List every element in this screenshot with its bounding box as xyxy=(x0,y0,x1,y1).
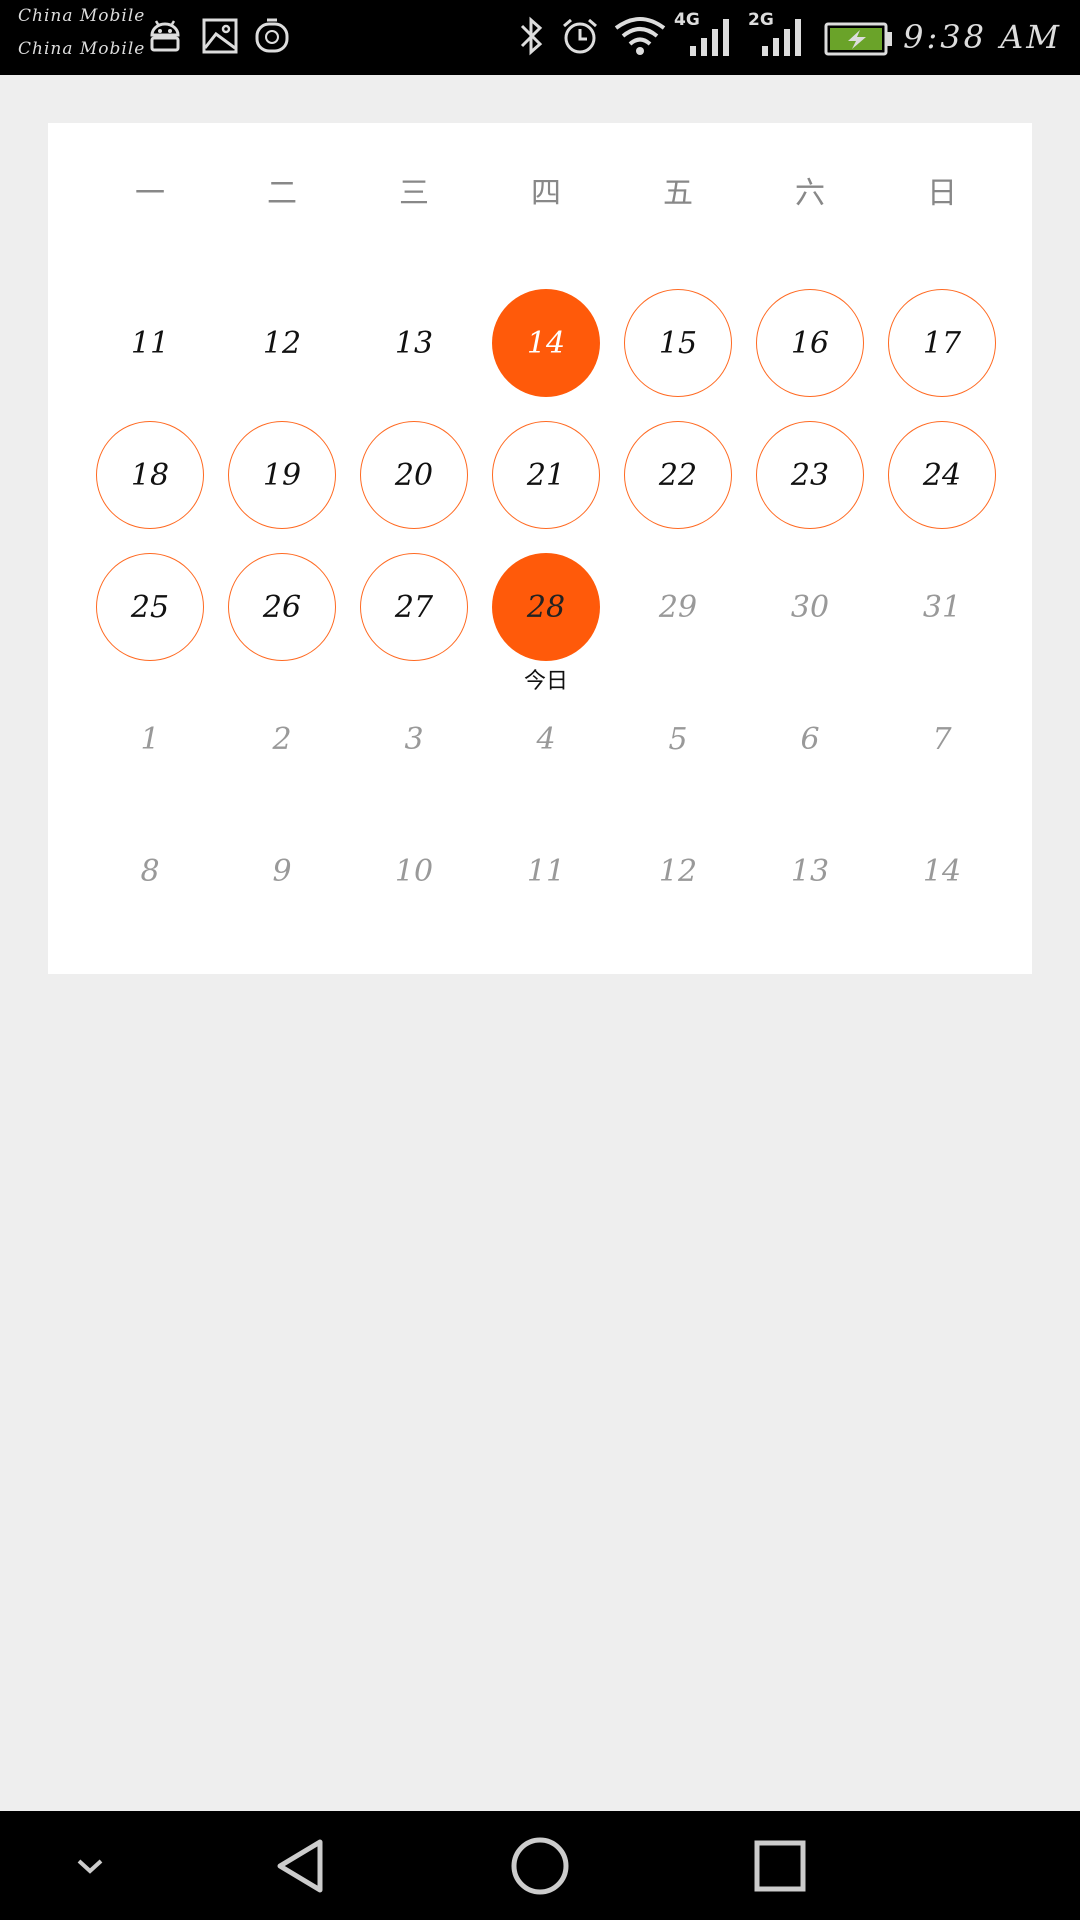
weekday-label: 日 xyxy=(927,176,957,211)
calendar-day[interactable]: 11 xyxy=(492,817,600,925)
clock: 9:38 AM xyxy=(903,18,1062,56)
carrier-label-1: China Mobile xyxy=(18,6,146,26)
weekday-label: 一 xyxy=(135,176,165,211)
calendar-day[interactable]: 16 xyxy=(756,289,864,397)
calendar-day[interactable]: 29 xyxy=(624,553,732,661)
calendar-day[interactable]: 5 xyxy=(624,685,732,793)
calendar-day[interactable]: 23 xyxy=(756,421,864,529)
calendar-day[interactable]: 3 xyxy=(360,685,468,793)
calendar-day[interactable]: 12 xyxy=(228,289,336,397)
weekday-label: 四 xyxy=(531,176,561,211)
carrier-label-2: China Mobile xyxy=(18,39,146,59)
recents-icon[interactable] xyxy=(740,1811,820,1920)
calendar-card: 一二三四五六日 11 12 13 14 15 16 17 18 19 20 21 22 23 24 25 26… xyxy=(48,123,1032,974)
calendar-day[interactable]: 17 xyxy=(888,289,996,397)
back-icon[interactable] xyxy=(260,1811,340,1920)
weekday-label: 五 xyxy=(663,176,693,211)
calendar-day[interactable]: 30 xyxy=(756,553,864,661)
calendar-day[interactable]: 11 xyxy=(96,289,204,397)
calendar-day[interactable]: 13 xyxy=(360,289,468,397)
calendar-day[interactable]: 18 xyxy=(96,421,204,529)
calendar-day[interactable]: 20 xyxy=(360,421,468,529)
calendar-day[interactable]: 21 xyxy=(492,421,600,529)
calendar-day[interactable]: 8 xyxy=(96,817,204,925)
calendar-day[interactable]: 12 xyxy=(624,817,732,925)
calendar-day[interactable]: 10 xyxy=(360,817,468,925)
calendar-day[interactable]: 4 xyxy=(492,685,600,793)
image-icon xyxy=(202,18,238,58)
calendar-day[interactable]: 13 xyxy=(756,817,864,925)
calendar-day[interactable]: 15 xyxy=(624,289,732,397)
calendar-day[interactable]: 2 xyxy=(228,685,336,793)
alarm-icon xyxy=(560,16,600,60)
calendar-day[interactable]: 14 xyxy=(492,289,600,397)
calendar-day[interactable]: 31 xyxy=(888,553,996,661)
calendar-day[interactable]: 27 xyxy=(360,553,468,661)
weekday-label: 六 xyxy=(795,176,825,211)
home-icon[interactable] xyxy=(500,1811,580,1920)
calendar-day[interactable]: 7 xyxy=(888,685,996,793)
app-icon xyxy=(254,18,290,58)
calendar-day[interactable]: 25 xyxy=(96,553,204,661)
calendar-day[interactable]: 1 xyxy=(96,685,204,793)
navigation-bar xyxy=(0,1811,1080,1920)
weekday-label: 二 xyxy=(267,176,297,211)
calendar-day[interactable]: 14 xyxy=(888,817,996,925)
calendar-day-today[interactable]: 28 xyxy=(492,553,600,661)
collapse-icon[interactable] xyxy=(60,1811,120,1920)
calendar-day[interactable]: 19 xyxy=(228,421,336,529)
android-icon xyxy=(146,17,184,59)
signal-icon-2 xyxy=(760,16,808,62)
calendar-day[interactable]: 26 xyxy=(228,553,336,661)
calendar-day[interactable]: 24 xyxy=(888,421,996,529)
calendar-day[interactable]: 9 xyxy=(228,817,336,925)
calendar-day[interactable]: 22 xyxy=(624,421,732,529)
signal-icon-1 xyxy=(688,16,736,62)
wifi-icon xyxy=(614,16,666,60)
calendar-day[interactable]: 6 xyxy=(756,685,864,793)
battery-icon xyxy=(824,22,894,60)
status-bar: China Mobile China Mobile 4G 2G 9:38 AM xyxy=(0,0,1080,75)
weekday-label: 三 xyxy=(399,176,429,211)
bluetooth-icon xyxy=(516,16,546,60)
